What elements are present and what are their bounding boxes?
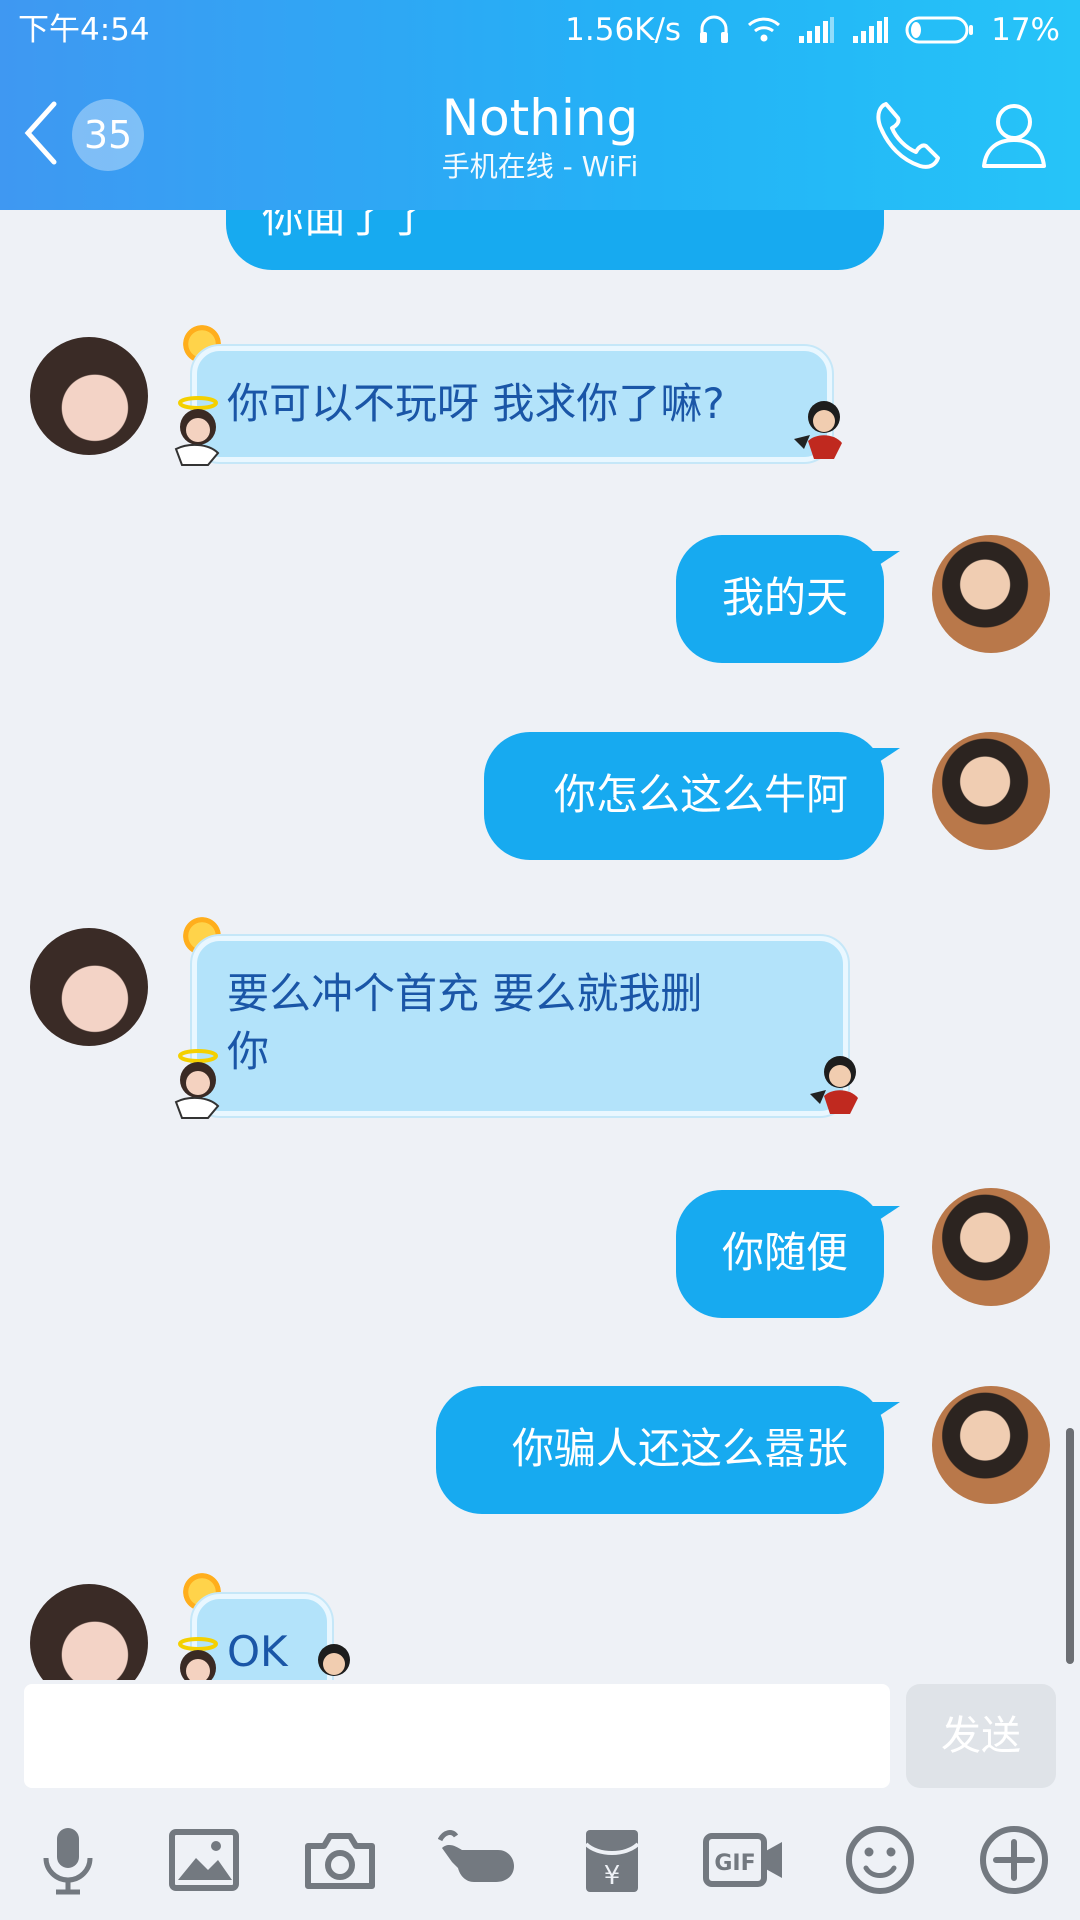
message-bubble[interactable]: 你怎么这么牛阿 [484,732,900,860]
red-packet-icon[interactable]: ¥ [574,1822,650,1898]
message-line: 要么冲个首充 要么就我删 [227,969,703,1018]
signal-icon [851,16,889,44]
status-bar-right: 1.56K/s 17% [565,8,1060,52]
network-speed: 1.56K/s [565,12,682,48]
camera-icon[interactable] [302,1822,378,1898]
message-line: 你 [227,1027,270,1076]
svg-text:¥: ¥ [604,1861,621,1891]
avatar[interactable] [932,732,1050,850]
devil-decoration-icon [810,1056,858,1114]
gif-icon[interactable]: GIF [702,1822,786,1898]
signal-icon [797,16,835,44]
image-icon[interactable] [166,1822,242,1898]
avatar[interactable] [932,1188,1050,1306]
message-bubble[interactable]: 你随便 [676,1190,900,1318]
chat-header: 下午4:54 1.56K/s 17% 35 Nothing 手机在线 - WiF… [0,0,1080,210]
avatar[interactable] [932,535,1050,653]
status-time: 下午4:54 [18,12,150,48]
avatar[interactable] [932,1386,1050,1504]
angel-decoration-icon [178,1637,218,1680]
devil-decoration-icon [794,401,842,459]
emoji-icon[interactable] [842,1822,918,1898]
avatar[interactable] [30,928,148,1046]
avatar[interactable] [30,337,148,455]
message-bubble[interactable]: 你面了了 [226,210,884,270]
message-bubble[interactable]: 我的天 [676,535,900,663]
message-list[interactable]: 你面了了 你可以不玩呀 我求你了嘛? 我的天 你怎么这么牛阿 要么冲个首充 要么… [0,210,1080,1680]
angel-decoration-icon [174,396,220,466]
phone-icon [876,102,940,169]
devil-decoration-icon [318,1644,350,1676]
message-input[interactable] [24,1684,890,1788]
person-icon [982,104,1046,168]
microphone-icon[interactable] [30,1822,106,1898]
angel-decoration-icon [174,1049,220,1119]
battery-percent: 17% [991,12,1060,48]
battery-icon [905,16,975,44]
send-button[interactable]: 发送 [906,1684,1056,1788]
input-toolbar: ¥ GIF [0,1790,1080,1920]
svg-text:GIF: GIF [714,1851,755,1876]
message-bubble[interactable]: 要么冲个首充 要么就我删 你 [192,936,848,1116]
call-button[interactable] [872,96,944,172]
avatar[interactable] [30,1584,148,1680]
plus-icon[interactable] [976,1822,1052,1898]
poke-icon[interactable] [437,1822,514,1898]
headset-icon [697,14,731,46]
message-bubble[interactable]: 你骗人还这么嚣张 [436,1386,900,1514]
composer: 发送 [0,1680,1080,1790]
wifi-icon [747,16,781,44]
profile-button[interactable] [978,96,1050,172]
message-bubble[interactable]: 你可以不玩呀 我求你了嘛? [192,346,832,462]
scrollbar[interactable] [1066,1428,1074,1664]
